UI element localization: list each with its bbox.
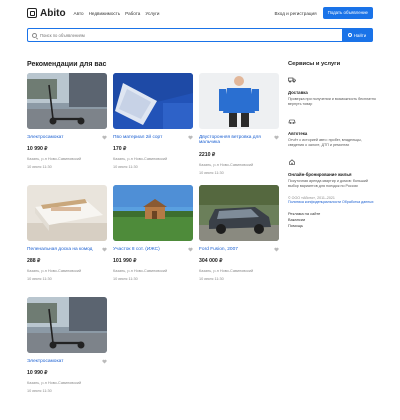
header-actions: Вход и регистрация Подать объявление [275,7,373,19]
listing-date: 10 июля 11:30 [27,277,52,282]
land-plot-photo[interactable] [113,185,193,241]
footer-links: Реклама на сайте Вакансии Помощь [288,211,378,229]
listing-location: Казань, р-н Ново-Савиновский [27,157,82,162]
listing-location: Казань, р-н Ново-Савиновский [199,269,254,274]
changing-board-photo[interactable] [27,185,107,241]
search-input[interactable] [40,32,342,38]
heart-icon[interactable] [188,247,193,252]
nav-item-realty[interactable]: Недвижимость [89,11,121,16]
listing-card[interactable]: Пво материал 2й сорт 170 ₽ Казань, р-н Н… [113,73,193,169]
listing-price: 10 990 ₽ [27,370,48,377]
service-autoteka[interactable]: Автотека Отчёт с историей авто: пробег, … [288,113,378,147]
login-link[interactable]: Вход и регистрация [275,11,317,16]
sidebar-title: Сервисы и услуги [288,61,341,67]
policy-link[interactable]: Политика конфиденциальности Обработка да… [288,200,378,204]
search-bar: Найти [27,28,373,42]
search-button-icon [347,33,352,37]
service-booking[interactable]: Онлайн-бронирование жилья Посуточная аре… [288,154,378,188]
listing-date: 10 июля 11:30 [27,165,52,170]
listing-title[interactable]: Пеленальная доска на комод [27,247,107,252]
post-ad-button[interactable]: Подать объявление [322,7,373,19]
listing-date: 10 июля 11:30 [27,389,52,394]
section-title: Рекомендации для вас [27,61,107,68]
logo-text: Abito [40,7,66,19]
search-button[interactable]: Найти [342,28,372,42]
listing-date: 10 июля 11:30 [199,277,224,282]
listing-location: Казань, р-н Ново-Савиновский [113,157,168,162]
jacket-photo[interactable] [199,73,279,129]
listing-card[interactable]: Пеленальная доска на комод 288 ₽ Казань,… [27,185,107,281]
link-help[interactable]: Помощь [288,223,378,229]
nav-item-auto[interactable]: Авто [74,11,84,16]
scooter-photo[interactable] [27,73,107,129]
listing-location: Казань, р-н Ново-Савиновский [27,269,82,274]
car-photo[interactable] [199,185,279,241]
service-desc: Проверка при получении и возможность бес… [288,97,376,106]
listing-title[interactable]: Участок 8 сот. (ИЖС) [113,247,193,252]
listing-date: 10 июля 11:30 [113,165,138,170]
heart-icon[interactable] [102,359,107,364]
heart-icon[interactable] [102,247,107,252]
listing-card[interactable]: Электросамокат 10 990 ₽ Казань, р-н Ново… [27,73,107,169]
service-desc: Посуточная аренда квартир и домов: больш… [288,179,368,188]
listing-price: 288 ₽ [27,258,41,265]
nav-item-jobs[interactable]: Работа [125,11,140,16]
search-icon [32,32,37,38]
logo[interactable]: Abito [27,8,66,19]
listing-location: Казань, р-н Ново-Савиновский [27,381,82,386]
listing-date: 10 июля 11:30 [113,277,138,282]
listing-title[interactable]: Электросамокат [27,135,107,140]
truck-icon [288,77,296,83]
house-icon [289,159,295,166]
heart-icon[interactable] [274,247,279,252]
car-icon [288,119,296,124]
heart-icon[interactable] [188,135,193,140]
blue-material-photo[interactable] [113,73,193,129]
listing-card[interactable]: Ford Fusion, 2007 304 000 ₽ Казань, р-н … [199,185,279,281]
service-name: Доставка [288,90,308,95]
main-nav: Авто Недвижимость Работа Услуги [74,11,160,16]
listing-price: 101 990 ₽ [113,258,137,265]
header: Abito Авто Недвижимость Работа Услуги Вх… [0,0,400,26]
listing-date: 10 июля 11:30 [199,170,224,175]
listing-price: 170 ₽ [113,146,127,153]
listing-price: 10 990 ₽ [27,146,48,153]
listing-title[interactable]: Электросамокат [27,359,107,364]
search-button-label: Найти [353,32,367,38]
service-name: Онлайн-бронирование жилья [288,172,352,178]
listing-price: 304 000 ₽ [199,258,223,265]
listing-card[interactable]: Электросамокат 10 990 ₽ Казань, р-н Ново… [27,297,107,393]
listing-title[interactable]: Ford Fusion, 2007 [199,247,279,252]
page: Abito Авто Недвижимость Работа Услуги Вх… [0,0,400,420]
listing-card[interactable]: Двусторонняя ветровка для мальчика 2210 … [199,73,279,175]
services-sidebar: Сервисы и услуги Доставка Проверка при п… [288,61,378,229]
listing-title[interactable]: Пво материал 2й сорт [113,135,193,140]
nav-item-services[interactable]: Услуги [145,11,159,16]
service-delivery[interactable]: Доставка Проверка при получении и возмож… [288,72,378,106]
listing-price: 2210 ₽ [199,151,216,158]
service-desc: Отчёт с историей авто: пробег, владельцы… [288,138,362,147]
listing-location: Казань, р-н Ново-Савиновский [113,269,168,274]
scooter-photo[interactable] [27,297,107,353]
heart-icon[interactable] [102,135,107,140]
listing-title[interactable]: Двусторонняя ветровка для мальчика [199,135,279,146]
logo-icon [27,8,37,18]
listing-location: Казань, р-н Ново-Савиновский [199,162,254,167]
listing-card[interactable]: Участок 8 сот. (ИЖС) 101 990 ₽ Казань, р… [113,185,193,281]
service-name: Автотека [288,131,308,137]
heart-icon[interactable] [274,135,279,140]
